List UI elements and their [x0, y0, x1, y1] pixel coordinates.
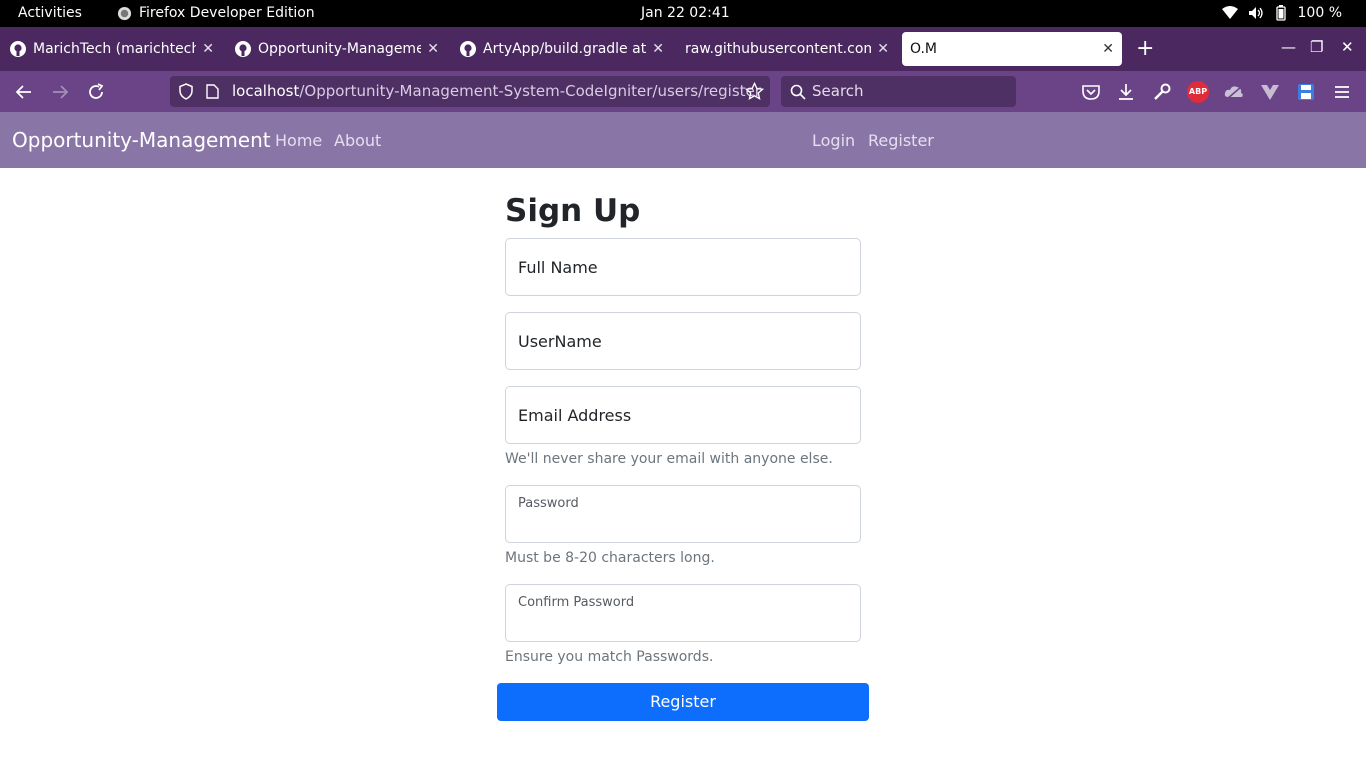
restore-icon[interactable]: ❐: [1310, 38, 1323, 56]
password-help-text: Must be 8-20 characters long.: [505, 550, 715, 566]
confirm-password-help-text: Ensure you match Passwords.: [505, 649, 714, 665]
save-extension-icon[interactable]: [1295, 81, 1317, 103]
password-field[interactable]: Password: [505, 485, 861, 543]
activities-button[interactable]: Activities: [18, 5, 82, 21]
shield-icon[interactable]: [178, 83, 194, 100]
search-placeholder: Search: [812, 82, 864, 100]
close-tab-icon[interactable]: ✕: [652, 41, 664, 57]
email-field[interactable]: Email Address: [505, 386, 861, 444]
github-icon: [10, 41, 26, 57]
close-window-icon[interactable]: ✕: [1341, 38, 1354, 56]
wifi-icon: [1221, 6, 1238, 19]
forward-icon[interactable]: [49, 81, 71, 103]
system-tray[interactable]: 100 %: [1221, 5, 1342, 21]
full-name-placeholder: Full Name: [518, 258, 598, 277]
battery-icon: [1275, 5, 1286, 21]
nav-link-login[interactable]: Login: [812, 131, 855, 150]
github-icon: [235, 41, 251, 57]
email-help-text: We'll never share your email with anyone…: [505, 451, 833, 467]
password-label: Password: [518, 496, 579, 511]
page-icon[interactable]: [206, 84, 219, 99]
tab-title: ArtyApp/build.gradle at m: [483, 41, 647, 57]
extension-cloud-icon[interactable]: [1223, 81, 1245, 103]
tab-marichtech[interactable]: MarichTech (marichtech) ✕: [2, 32, 222, 66]
adblock-icon[interactable]: ABP: [1187, 81, 1209, 103]
nav-link-home[interactable]: Home: [275, 131, 322, 150]
browser-toolbar: localhost/Opportunity-Management-System-…: [0, 71, 1366, 112]
url-text: localhost/Opportunity-Management-System-…: [232, 82, 761, 100]
tab-strip: MarichTech (marichtech) ✕ Opportunity-Ma…: [0, 27, 1366, 71]
menu-icon[interactable]: [1331, 81, 1353, 103]
reload-icon[interactable]: [85, 81, 107, 103]
app-menu[interactable]: Firefox Developer Edition: [117, 5, 315, 21]
tab-title: O.M: [910, 41, 937, 57]
volume-icon: [1248, 7, 1263, 19]
firefox-icon: [117, 6, 132, 20]
nav-link-register[interactable]: Register: [868, 131, 934, 150]
github-icon: [460, 41, 476, 57]
tab-title: raw.githubusercontent.com/: [685, 41, 872, 57]
close-tab-icon[interactable]: ✕: [427, 41, 439, 57]
new-tab-icon[interactable]: +: [1136, 36, 1154, 62]
page-title: Sign Up: [505, 193, 641, 229]
close-tab-icon[interactable]: ✕: [877, 41, 889, 57]
tab-artyapp[interactable]: ArtyApp/build.gradle at m ✕: [452, 32, 672, 66]
tab-raw-github[interactable]: raw.githubusercontent.com/ ✕: [677, 32, 897, 66]
search-bar[interactable]: Search: [781, 76, 1016, 107]
address-bar[interactable]: localhost/Opportunity-Management-System-…: [170, 76, 770, 107]
register-button[interactable]: Register: [497, 683, 869, 721]
tab-om-active[interactable]: O.M ✕: [902, 32, 1122, 66]
confirm-password-label: Confirm Password: [518, 595, 635, 610]
close-tab-icon[interactable]: ✕: [1102, 41, 1114, 57]
confirm-password-field[interactable]: Confirm Password: [505, 584, 861, 642]
close-tab-icon[interactable]: ✕: [202, 41, 214, 57]
tab-opportunity-management[interactable]: Opportunity-Management ✕: [227, 32, 447, 66]
tab-title: Opportunity-Management: [258, 41, 422, 57]
vue-devtools-icon[interactable]: [1259, 81, 1281, 103]
app-name: Firefox Developer Edition: [139, 5, 315, 21]
battery-level: 100 %: [1297, 5, 1342, 21]
full-name-field[interactable]: Full Name: [505, 238, 861, 296]
url-path: /Opportunity-Management-System-CodeIgnit…: [299, 82, 761, 100]
download-icon[interactable]: [1115, 81, 1137, 103]
system-top-bar: Activities Firefox Developer Edition Jan…: [0, 0, 1366, 27]
back-icon[interactable]: [13, 81, 35, 103]
tab-title: MarichTech (marichtech): [33, 41, 197, 57]
bookmark-star-icon[interactable]: [745, 82, 764, 101]
site-navbar: Opportunity-Management Home About Login …: [0, 112, 1366, 168]
search-icon: [790, 84, 806, 100]
wrench-icon[interactable]: [1151, 81, 1173, 103]
username-field[interactable]: UserName: [505, 312, 861, 370]
nav-link-about[interactable]: About: [334, 131, 381, 150]
clock[interactable]: Jan 22 02:41: [641, 5, 730, 21]
username-placeholder: UserName: [518, 332, 602, 351]
minimize-icon[interactable]: —: [1281, 38, 1296, 56]
url-host: localhost: [232, 82, 300, 100]
site-brand[interactable]: Opportunity-Management: [12, 128, 271, 152]
pocket-icon[interactable]: [1080, 81, 1102, 103]
email-placeholder: Email Address: [518, 406, 632, 425]
